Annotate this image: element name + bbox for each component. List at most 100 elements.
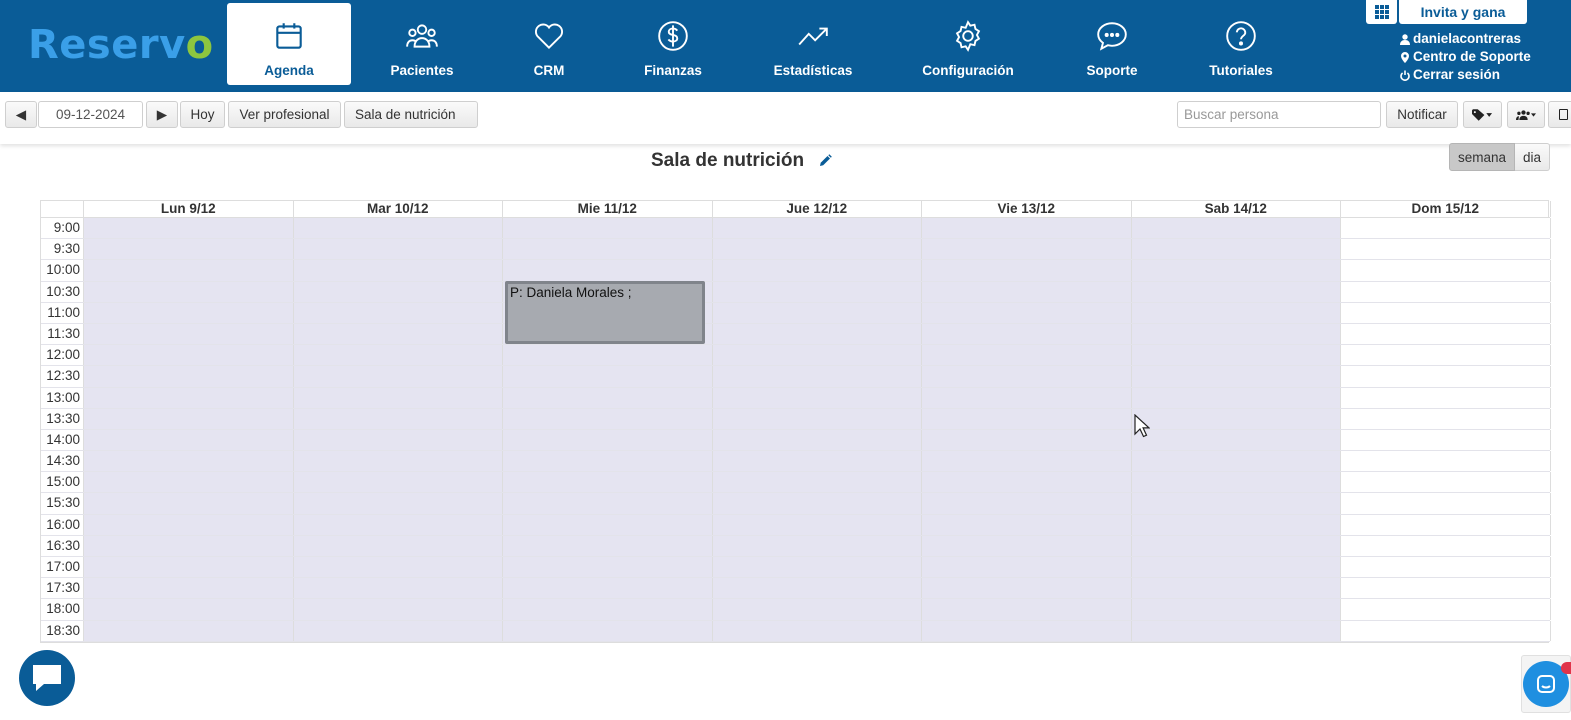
nav-configuracion[interactable]: Configuración (916, 3, 1020, 85)
time-slot-cell[interactable] (84, 557, 294, 578)
time-slot-cell[interactable] (293, 260, 503, 281)
time-slot-cell[interactable] (712, 451, 922, 472)
time-slot-cell[interactable] (1131, 260, 1341, 281)
time-slot-cell[interactable] (712, 281, 922, 302)
time-slot-cell[interactable] (503, 451, 713, 472)
time-slot-cell[interactable] (712, 302, 922, 323)
time-slot-cell[interactable] (1341, 472, 1551, 493)
time-slot-cell[interactable] (712, 620, 922, 641)
time-slot-cell[interactable] (1341, 493, 1551, 514)
time-slot-cell[interactable] (293, 408, 503, 429)
time-slot-cell[interactable] (922, 599, 1132, 620)
time-slot-cell[interactable] (1341, 239, 1551, 260)
nav-soporte[interactable]: Soporte (1080, 3, 1144, 85)
day-view-button[interactable]: dia (1515, 143, 1551, 171)
time-slot-cell[interactable] (922, 514, 1132, 535)
time-slot-cell[interactable] (84, 408, 294, 429)
chat-widget-button[interactable] (19, 650, 75, 706)
nav-finanzas[interactable]: Finanzas (637, 3, 709, 85)
time-slot-cell[interactable] (84, 239, 294, 260)
time-slot-cell[interactable] (293, 451, 503, 472)
time-slot-cell[interactable] (1131, 493, 1341, 514)
nav-estadisticas[interactable]: Estadísticas (768, 3, 858, 85)
time-slot-cell[interactable] (84, 387, 294, 408)
time-slot-cell[interactable] (503, 345, 713, 366)
nav-agenda[interactable]: Agenda (227, 3, 351, 85)
time-slot-cell[interactable] (922, 578, 1132, 599)
time-slot-cell[interactable] (1341, 535, 1551, 556)
room-selector-button[interactable]: Sala de nutrición (344, 101, 478, 128)
time-slot-cell[interactable] (922, 557, 1132, 578)
time-slot-cell[interactable] (293, 239, 503, 260)
time-slot-cell[interactable] (84, 218, 294, 239)
time-slot-cell[interactable] (1341, 281, 1551, 302)
time-slot-cell[interactable] (1341, 429, 1551, 451)
time-slot-cell[interactable] (293, 302, 503, 323)
week-view-button[interactable]: semana (1449, 143, 1516, 171)
time-slot-cell[interactable] (922, 218, 1132, 239)
time-slot-cell[interactable] (293, 557, 503, 578)
time-slot-cell[interactable] (293, 323, 503, 345)
time-slot-cell[interactable] (84, 323, 294, 345)
time-slot-cell[interactable] (1131, 345, 1341, 366)
next-week-button[interactable]: ▶ (146, 101, 178, 128)
time-slot-cell[interactable] (712, 239, 922, 260)
time-slot-cell[interactable] (1341, 260, 1551, 281)
time-slot-cell[interactable] (1341, 514, 1551, 535)
username-link[interactable]: danielacontreras (1400, 30, 1531, 48)
time-slot-cell[interactable] (84, 366, 294, 387)
time-slot-cell[interactable] (293, 429, 503, 451)
time-slot-cell[interactable] (1341, 451, 1551, 472)
time-slot-cell[interactable] (922, 345, 1132, 366)
time-slot-cell[interactable] (84, 620, 294, 641)
print-button[interactable] (1548, 101, 1571, 128)
time-slot-cell[interactable] (922, 408, 1132, 429)
tags-dropdown-button[interactable] (1463, 101, 1502, 128)
time-slot-cell[interactable] (84, 451, 294, 472)
time-slot-cell[interactable] (1341, 345, 1551, 366)
time-slot-cell[interactable] (503, 620, 713, 641)
reservo-logo[interactable]: Reserv o (28, 22, 214, 68)
time-slot-cell[interactable] (712, 557, 922, 578)
time-slot-cell[interactable] (712, 429, 922, 451)
logout-link[interactable]: Cerrar sesión (1400, 66, 1531, 84)
time-slot-cell[interactable] (922, 260, 1132, 281)
time-slot-cell[interactable] (84, 514, 294, 535)
group-dropdown-button[interactable] (1507, 101, 1545, 128)
previous-week-button[interactable]: ◀ (5, 101, 37, 128)
apps-grid-button[interactable] (1366, 0, 1397, 24)
time-slot-cell[interactable] (1341, 323, 1551, 345)
time-slot-cell[interactable] (922, 302, 1132, 323)
time-slot-cell[interactable] (293, 599, 503, 620)
time-slot-cell[interactable] (1341, 408, 1551, 429)
time-slot-cell[interactable] (712, 472, 922, 493)
time-slot-cell[interactable] (1341, 620, 1551, 641)
time-slot-cell[interactable] (84, 472, 294, 493)
time-slot-cell[interactable] (84, 599, 294, 620)
time-slot-cell[interactable] (712, 260, 922, 281)
time-slot-cell[interactable] (1131, 578, 1341, 599)
time-slot-cell[interactable] (84, 260, 294, 281)
time-slot-cell[interactable] (293, 578, 503, 599)
time-slot-cell[interactable] (1341, 302, 1551, 323)
time-slot-cell[interactable] (712, 514, 922, 535)
time-slot-cell[interactable] (503, 472, 713, 493)
time-slot-cell[interactable] (1341, 366, 1551, 387)
time-slot-cell[interactable] (503, 493, 713, 514)
time-slot-cell[interactable] (712, 408, 922, 429)
time-slot-cell[interactable] (84, 578, 294, 599)
time-slot-cell[interactable] (1131, 323, 1341, 345)
time-slot-cell[interactable] (1341, 557, 1551, 578)
nav-pacientes[interactable]: Pacientes (380, 3, 464, 85)
time-slot-cell[interactable] (503, 535, 713, 556)
time-slot-cell[interactable] (84, 429, 294, 451)
invite-and-earn-button[interactable]: Invita y gana (1399, 0, 1527, 24)
time-slot-cell[interactable] (922, 323, 1132, 345)
time-slot-cell[interactable] (922, 451, 1132, 472)
time-slot-cell[interactable] (1341, 599, 1551, 620)
time-slot-cell[interactable] (293, 218, 503, 239)
time-slot-cell[interactable] (922, 535, 1132, 556)
nav-crm[interactable]: CRM (520, 3, 578, 85)
time-slot-cell[interactable] (293, 493, 503, 514)
time-slot-cell[interactable] (503, 239, 713, 260)
